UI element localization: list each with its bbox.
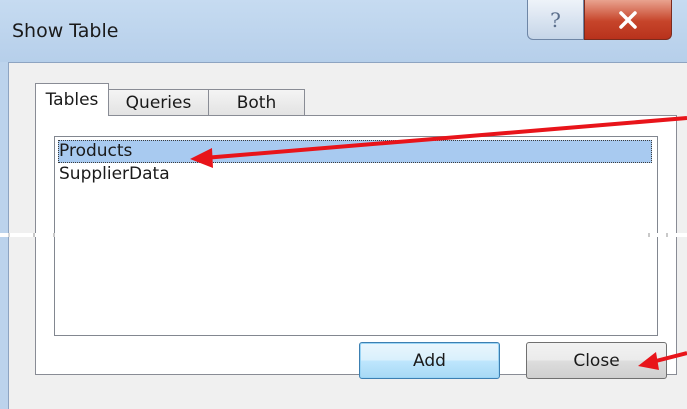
tab-queries-label: Queries <box>125 93 192 113</box>
title-bar[interactable]: Show Table ? <box>0 0 687 62</box>
tab-both-label: Both <box>236 93 277 113</box>
tab-queries[interactable]: Queries <box>108 89 209 115</box>
list-item-label: Products <box>59 141 133 161</box>
table-listbox[interactable]: Products SupplierData <box>54 136 658 336</box>
show-table-dialog: Show Table ? Tables Queries Both Product… <box>0 0 687 409</box>
add-button[interactable]: Add <box>359 342 500 379</box>
tab-tables-label: Tables <box>45 90 99 110</box>
list-item-supplierdata[interactable]: SupplierData <box>58 163 652 186</box>
dialog-title: Show Table <box>12 20 119 42</box>
list-item-label: SupplierData <box>59 164 170 184</box>
tab-both[interactable]: Both <box>208 89 305 115</box>
window-close-button[interactable] <box>584 0 672 40</box>
list-item-products[interactable]: Products <box>58 140 652 163</box>
help-button[interactable]: ? <box>527 0 584 40</box>
dialog-body: Tables Queries Both Products SupplierDat… <box>8 62 687 409</box>
tab-tables[interactable]: Tables <box>35 83 109 116</box>
close-button[interactable]: Close <box>526 342 667 379</box>
help-icon: ? <box>550 7 561 32</box>
tab-panel-tables: Products SupplierData <box>35 115 677 375</box>
close-icon <box>619 10 637 29</box>
